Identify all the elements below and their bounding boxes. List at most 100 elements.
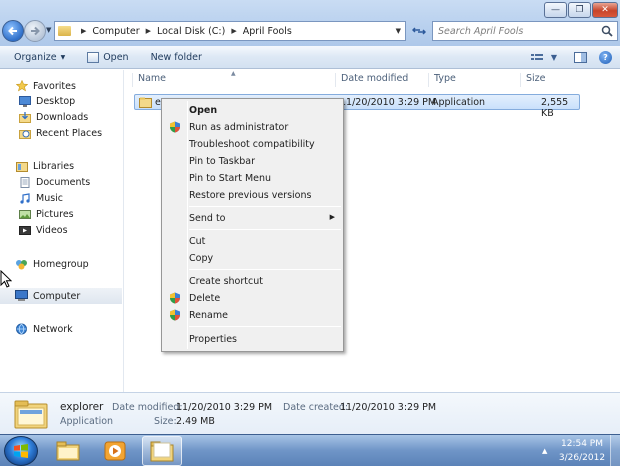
refresh-icon: [412, 27, 426, 35]
details-pane: explorer Application Date modified: 11/2…: [0, 392, 620, 434]
nav-favorites[interactable]: Favorites: [15, 78, 76, 94]
clock-date[interactable]: 3/26/2012: [556, 453, 608, 463]
forward-button[interactable]: [24, 20, 46, 42]
breadcrumb-april-fools[interactable]: April Fools: [243, 26, 292, 37]
details-file-name: explorer: [60, 401, 104, 413]
menu-item-label: Pin to Taskbar: [189, 156, 256, 167]
menu-item-delete[interactable]: Delete: [164, 290, 341, 307]
minimize-button[interactable]: —: [544, 2, 567, 18]
title-bar: — ❐ ✕ ▼ ▶ Computer ▶ Local Disk (C:) ▶ A…: [0, 0, 620, 46]
folder-icon: [58, 26, 71, 36]
nav-documents[interactable]: Documents: [18, 174, 90, 190]
forward-arrow-icon: [31, 26, 40, 36]
nav-videos[interactable]: Videos: [18, 222, 68, 238]
navigation-pane: Favorites Desktop Downloads Recent Place…: [0, 70, 124, 392]
view-options-button[interactable]: ▼: [547, 51, 561, 64]
new-folder-button[interactable]: New folder: [151, 52, 202, 63]
menu-item-rename[interactable]: Rename: [164, 307, 341, 324]
menu-item-send-to[interactable]: Send to ▶: [164, 210, 341, 227]
videos-icon: [18, 224, 31, 236]
breadcrumb-separator[interactable]: ▶: [146, 27, 151, 35]
details-date-modified-value: 11/20/2010 3:29 PM: [176, 402, 273, 413]
breadcrumb-separator[interactable]: ▶: [231, 27, 236, 35]
column-headers: ▲ Name Date modified Type Size: [124, 70, 620, 88]
taskbar-explorer-pinned[interactable]: [48, 436, 88, 466]
show-hidden-icons-button[interactable]: ▲: [542, 447, 547, 455]
help-icon[interactable]: ?: [599, 51, 612, 64]
search-input[interactable]: [438, 25, 598, 37]
taskbar-media-player[interactable]: [95, 436, 135, 466]
uac-shield-icon: [170, 309, 180, 321]
nav-computer[interactable]: Computer: [0, 288, 122, 304]
nav-homegroup[interactable]: Homegroup: [15, 256, 89, 272]
nav-downloads[interactable]: Downloads: [18, 109, 88, 125]
nav-pictures[interactable]: Pictures: [18, 206, 74, 222]
menu-item-cut[interactable]: Cut: [164, 233, 341, 250]
network-icon: [15, 323, 28, 335]
organize-button[interactable]: Organize ▼: [14, 52, 65, 63]
recent-pages-button[interactable]: ▼: [46, 26, 51, 34]
breadcrumb-computer[interactable]: Computer: [92, 26, 139, 37]
menu-item-troubleshoot-compatibility[interactable]: Troubleshoot compatibility: [164, 136, 341, 153]
column-size[interactable]: Size: [520, 73, 610, 87]
menu-separator: [189, 326, 341, 327]
breadcrumb-local-disk[interactable]: Local Disk (C:): [157, 26, 225, 37]
preview-pane-button[interactable]: [573, 51, 587, 64]
nav-desktop[interactable]: Desktop: [18, 93, 75, 109]
nav-recent-places[interactable]: Recent Places: [18, 125, 102, 141]
search-icon[interactable]: [601, 25, 613, 37]
desktop-icon: [18, 95, 31, 107]
refresh-button[interactable]: [408, 21, 430, 41]
clock-time[interactable]: 12:54 PM: [560, 439, 604, 449]
chevron-down-icon: ▼: [60, 53, 66, 61]
details-size-value: 2.49 MB: [176, 416, 215, 427]
open-icon: [87, 51, 100, 63]
details-file-type: Application: [60, 416, 114, 427]
open-button[interactable]: Open: [87, 51, 129, 63]
menu-item-pin-to-start-menu[interactable]: Pin to Start Menu: [164, 170, 341, 187]
organize-label: Organize: [14, 51, 57, 63]
nav-network[interactable]: Network: [15, 321, 73, 337]
maximize-button[interactable]: ❐: [568, 2, 591, 18]
menu-item-label: Delete: [189, 293, 221, 304]
menu-item-pin-to-taskbar[interactable]: Pin to Taskbar: [164, 153, 341, 170]
nav-network-label: Network: [33, 323, 73, 335]
address-bar[interactable]: ▶ Computer ▶ Local Disk (C:) ▶ April Foo…: [54, 21, 406, 41]
change-view-button[interactable]: [530, 51, 544, 64]
breadcrumb-separator[interactable]: ▶: [81, 27, 86, 35]
menu-item-open[interactable]: Open: [164, 102, 341, 119]
star-icon: [15, 80, 28, 92]
menu-item-copy[interactable]: Copy: [164, 250, 341, 267]
menu-item-label: Create shortcut: [189, 276, 263, 287]
menu-item-label: Properties: [189, 334, 238, 345]
homegroup-icon: [15, 258, 28, 270]
nav-recent-places-label: Recent Places: [36, 127, 103, 139]
menu-item-restore-previous-versions[interactable]: Restore previous versions: [164, 187, 341, 204]
nav-documents-label: Documents: [36, 176, 91, 188]
file-type-cell: Application: [432, 97, 486, 108]
nav-libraries[interactable]: Libraries: [15, 158, 74, 174]
menu-item-label: Cut: [189, 236, 206, 247]
column-name[interactable]: Name: [132, 73, 340, 87]
preview-pane-icon: [573, 52, 587, 63]
menu-item-run-as-administrator[interactable]: Run as administrator: [164, 119, 341, 136]
column-date-modified[interactable]: Date modified: [335, 73, 428, 87]
start-button[interactable]: [4, 436, 38, 466]
show-desktop-button[interactable]: [610, 435, 620, 466]
column-type[interactable]: Type: [428, 73, 520, 87]
recent-places-icon: [18, 127, 31, 139]
details-date-created-label: Date created:: [283, 402, 349, 413]
address-dropdown-button[interactable]: ▼: [396, 27, 401, 35]
menu-item-create-shortcut[interactable]: Create shortcut: [164, 273, 341, 290]
folder-icon: [56, 441, 80, 461]
nav-videos-label: Videos: [36, 224, 68, 236]
back-button[interactable]: [2, 20, 24, 42]
search-box[interactable]: [432, 21, 618, 41]
menu-item-properties[interactable]: Properties: [164, 331, 341, 348]
nav-downloads-label: Downloads: [36, 111, 89, 123]
nav-music[interactable]: Music: [18, 190, 63, 206]
computer-icon: [15, 290, 28, 302]
close-button[interactable]: ✕: [592, 2, 618, 18]
open-label: Open: [103, 51, 129, 63]
taskbar-explorer-active[interactable]: [142, 436, 182, 466]
